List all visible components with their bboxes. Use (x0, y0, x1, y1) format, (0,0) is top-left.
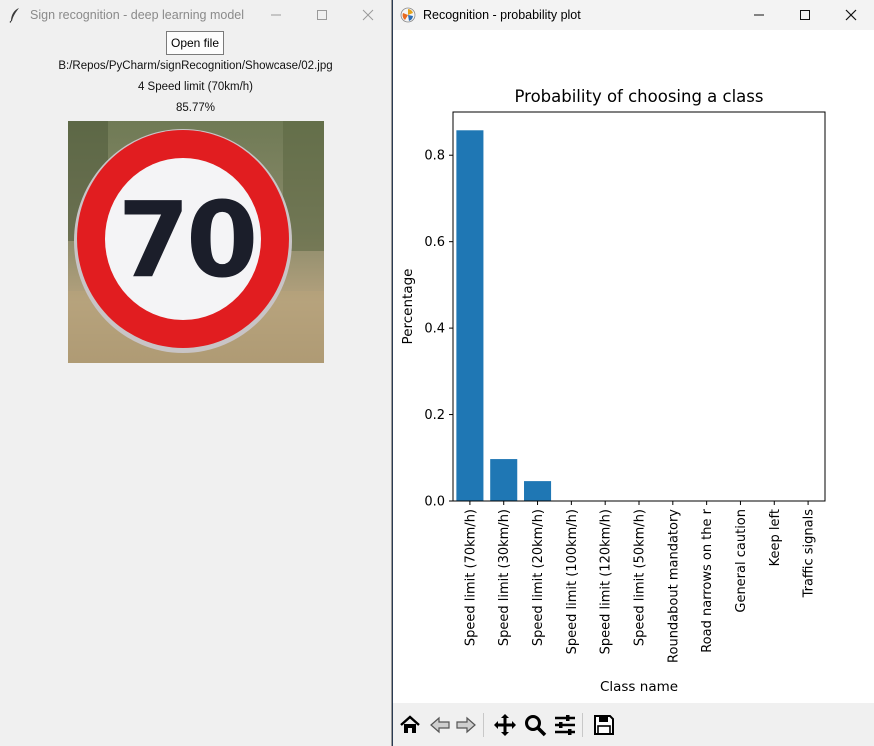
x-tick-label: Speed limit (70km/h) (463, 509, 478, 646)
bar (456, 130, 484, 501)
left-titlebar: Sign recognition - deep learning model (0, 0, 391, 30)
left-window-title: Sign recognition - deep learning model (30, 8, 245, 22)
y-tick-label: 0.2 (424, 408, 445, 423)
open-file-button[interactable]: Open file (166, 31, 224, 55)
bar-chart: 0.0 0.2 0.4 0.6 0.8 Speed limit (70km/h) Spee… (400, 87, 826, 695)
close-button[interactable] (345, 0, 391, 30)
maximize-button[interactable] (782, 0, 828, 30)
right-titlebar: Recognition - probability plot (393, 0, 874, 30)
x-tick-label: Road narrows on the r (700, 508, 715, 652)
toolbar-separator (483, 712, 484, 737)
x-axis-label: Class name (600, 679, 678, 695)
back-icon[interactable] (427, 710, 453, 740)
bar (490, 459, 518, 501)
matplotlib-icon (393, 0, 423, 30)
confidence-label: 85.77% (175, 102, 215, 114)
sign-image: 70 (68, 121, 324, 363)
close-button[interactable] (828, 0, 874, 30)
home-icon[interactable] (397, 710, 423, 740)
configure-subplots-icon[interactable] (552, 710, 578, 740)
sign-number-text: 70 (118, 179, 255, 301)
plot-toolbar (393, 703, 874, 746)
save-icon[interactable] (591, 710, 617, 740)
y-tick-label: 0.0 (424, 495, 445, 510)
right-window-title: Recognition - probability plot (423, 8, 581, 22)
forward-icon[interactable] (453, 710, 479, 740)
file-path-label: B:/Repos/PyCharm/signRecognition/Showcas… (58, 60, 333, 72)
chart-title: Probability of choosing a class (514, 87, 763, 106)
minimize-button[interactable] (253, 0, 299, 30)
feather-icon (0, 0, 30, 30)
toolbar-separator (582, 712, 583, 737)
x-tick-label: Speed limit (50km/h) (633, 509, 648, 646)
sign-recognition-window: Sign recognition - deep learning model O… (0, 0, 392, 746)
x-tick-label: Keep left (768, 509, 783, 566)
pan-icon[interactable] (492, 710, 518, 740)
x-tick-label: General caution (734, 509, 749, 613)
x-tick-label: Speed limit (30km/h) (497, 509, 512, 646)
y-tick-label: 0.8 (424, 149, 445, 164)
zoom-icon[interactable] (522, 710, 548, 740)
y-tick-label: 0.6 (424, 235, 445, 250)
y-axis-label: Percentage (400, 269, 416, 345)
maximize-button[interactable] (299, 0, 345, 30)
bar (524, 481, 552, 501)
x-tick-label: Traffic signals (802, 509, 817, 599)
x-tick-label: Speed limit (20km/h) (531, 509, 546, 646)
axes-frame (452, 111, 826, 502)
x-tick-label: Roundabout mandatory (666, 509, 681, 663)
x-tick-label: Speed limit (120km/h) (599, 509, 614, 654)
minimize-button[interactable] (736, 0, 782, 30)
probability-plot-window: Recognition - probability plot 0.0 0.2 0.4… (393, 0, 874, 746)
x-tick-label: Speed limit (100km/h) (565, 509, 580, 654)
y-tick-label: 0.4 (424, 322, 445, 337)
prediction-label: 4 Speed limit (70km/h) (137, 81, 254, 93)
